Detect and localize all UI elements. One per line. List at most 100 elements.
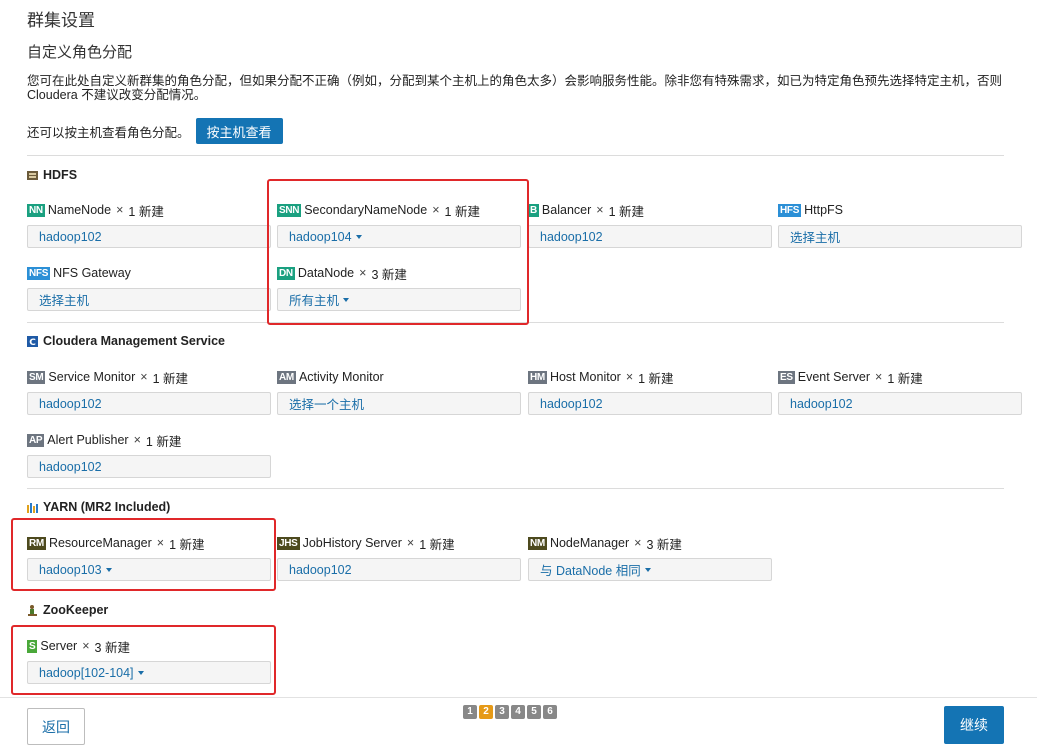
role-badge-icon: NN bbox=[27, 203, 45, 217]
divider bbox=[27, 488, 1004, 489]
role-label: AM Activity Monitor bbox=[277, 368, 521, 386]
section-yarn: YARN (MR2 Included) bbox=[27, 500, 170, 514]
back-button[interactable]: 返回 bbox=[27, 708, 85, 745]
host-selector-value: hadoop102 bbox=[540, 229, 603, 244]
role-multiplier: × bbox=[82, 639, 90, 653]
role-multiplier: × bbox=[634, 536, 642, 550]
host-selector[interactable]: hadoop104 bbox=[277, 225, 521, 248]
step-5[interactable]: 5 bbox=[527, 705, 541, 719]
role-name: DataNode bbox=[297, 266, 355, 280]
role-name: Service Monitor bbox=[48, 370, 136, 384]
view-by-host-button[interactable]: 按主机查看 bbox=[195, 118, 283, 144]
role-multiplier: × bbox=[140, 370, 148, 384]
host-selector[interactable]: hadoop102 bbox=[528, 392, 772, 415]
caret-down-icon bbox=[105, 567, 112, 572]
role-label: S Server × 3 新建 bbox=[27, 637, 271, 655]
role-snn: SNN SecondaryNameNode × 1 新建 hadoop104 bbox=[277, 201, 521, 248]
host-selector[interactable]: hadoop[102-104] bbox=[27, 661, 271, 684]
role-count: 1 新建 bbox=[444, 204, 480, 219]
host-selector[interactable]: 选择主机 bbox=[778, 225, 1022, 248]
role-label: ES Event Server × 1 新建 bbox=[778, 368, 1022, 386]
host-selector[interactable]: 与 DataNode 相同 bbox=[528, 558, 772, 581]
role-badge-icon: NFS bbox=[27, 266, 51, 280]
role-label: NN NameNode × 1 新建 bbox=[27, 201, 271, 219]
host-selector-value: 与 DataNode 相同 bbox=[540, 564, 641, 578]
section-cloudera-management: C Cloudera Management Service bbox=[27, 334, 225, 348]
role-name: Alert Publisher bbox=[47, 433, 129, 447]
host-selector[interactable]: hadoop102 bbox=[277, 558, 521, 581]
role-label: NM NodeManager × 3 新建 bbox=[528, 534, 772, 552]
host-selector[interactable]: hadoop102 bbox=[778, 392, 1022, 415]
caret-down-icon bbox=[644, 567, 651, 572]
step-3[interactable]: 3 bbox=[495, 705, 509, 719]
role-badge-icon: ES bbox=[778, 370, 795, 384]
role-name: Balancer bbox=[541, 203, 592, 217]
continue-button[interactable]: 继续 bbox=[944, 706, 1004, 744]
role-multiplier: × bbox=[875, 370, 883, 384]
footer: 返回 123456 继续 bbox=[0, 697, 1037, 749]
role-name: JobHistory Server bbox=[302, 536, 402, 550]
host-selector[interactable]: 选择主机 bbox=[27, 288, 271, 311]
role-count: 1 新建 bbox=[145, 434, 182, 449]
cloudera-icon: C bbox=[27, 335, 38, 347]
section-title: Cloudera Management Service bbox=[43, 334, 226, 348]
role-name: NameNode bbox=[47, 203, 112, 217]
role-badge-icon: DN bbox=[277, 266, 295, 280]
step-2[interactable]: 2 bbox=[479, 705, 493, 719]
role-label: SM Service Monitor × 1 新建 bbox=[27, 368, 271, 386]
role-label: HFS HttpFS bbox=[778, 201, 1022, 219]
host-selector[interactable]: hadoop102 bbox=[27, 455, 271, 478]
step-1[interactable]: 1 bbox=[463, 705, 477, 719]
host-selector[interactable]: hadoop102 bbox=[528, 225, 772, 248]
host-selector-value: hadoop102 bbox=[39, 459, 102, 474]
role-badge-icon: AM bbox=[277, 370, 296, 384]
host-selector-value: 所有主机 bbox=[289, 294, 340, 308]
role-name: Server bbox=[40, 639, 78, 653]
host-selector[interactable]: hadoop103 bbox=[27, 558, 271, 581]
role-badge-icon: B bbox=[528, 203, 539, 217]
role-multiplier: × bbox=[596, 203, 604, 217]
role-nfs: NFS NFS Gateway 选择主机 bbox=[27, 264, 271, 311]
section-zookeeper: ZooKeeper bbox=[27, 603, 108, 617]
role-count: 1 新建 bbox=[608, 204, 645, 219]
role-multiplier: × bbox=[133, 433, 141, 447]
role-s: S Server × 3 新建 hadoop[102-104] bbox=[27, 637, 271, 684]
role-badge-icon: JHS bbox=[277, 536, 300, 550]
step-4[interactable]: 4 bbox=[511, 705, 525, 719]
role-am: AM Activity Monitor 选择一个主机 bbox=[277, 368, 521, 415]
caret-down-icon bbox=[355, 234, 362, 239]
host-selector[interactable]: 选择一个主机 bbox=[277, 392, 521, 415]
role-label: NFS NFS Gateway bbox=[27, 264, 271, 282]
role-name: NodeManager bbox=[549, 536, 630, 550]
host-selector-value: hadoop102 bbox=[39, 396, 102, 411]
caret-down-icon bbox=[137, 670, 144, 675]
role-label: AP Alert Publisher × 1 新建 bbox=[27, 431, 271, 449]
role-label: HM Host Monitor × 1 新建 bbox=[528, 368, 772, 386]
role-multiplier: × bbox=[432, 203, 440, 217]
section-title: HDFS bbox=[43, 168, 78, 182]
role-badge-icon: AP bbox=[27, 433, 45, 447]
role-count: 3 新建 bbox=[371, 267, 407, 282]
role-ap: AP Alert Publisher × 1 新建 hadoop102 bbox=[27, 431, 271, 478]
host-selector[interactable]: hadoop102 bbox=[27, 225, 271, 248]
host-selector[interactable]: 所有主机 bbox=[277, 288, 521, 311]
host-view-row: 还可以按主机查看角色分配。 按主机查看 bbox=[27, 118, 283, 144]
role-hfs: HFS HttpFS 选择主机 bbox=[778, 201, 1022, 248]
role-multiplier: × bbox=[625, 370, 634, 384]
role-hm: HM Host Monitor × 1 新建 hadoop102 bbox=[528, 368, 772, 415]
role-jhs: JHS JobHistory Server × 1 新建 hadoop102 bbox=[277, 534, 521, 581]
role-name: Activity Monitor bbox=[298, 370, 384, 384]
role-label: DN DataNode × 3 新建 bbox=[277, 264, 521, 282]
host-selector-value: hadoop102 bbox=[289, 562, 352, 577]
host-selector[interactable]: hadoop102 bbox=[27, 392, 271, 415]
host-view-text: 还可以按主机查看角色分配。 bbox=[27, 125, 190, 140]
role-count: 1 新建 bbox=[887, 371, 923, 386]
role-name: HttpFS bbox=[804, 203, 844, 217]
role-multiplier: × bbox=[359, 266, 367, 280]
divider bbox=[27, 155, 1004, 156]
role-name: Host Monitor bbox=[549, 370, 621, 384]
role-es: ES Event Server × 1 新建 hadoop102 bbox=[778, 368, 1022, 415]
role-count: 1 新建 bbox=[152, 371, 188, 386]
step-6[interactable]: 6 bbox=[543, 705, 557, 719]
role-count: 1 新建 bbox=[169, 537, 205, 552]
